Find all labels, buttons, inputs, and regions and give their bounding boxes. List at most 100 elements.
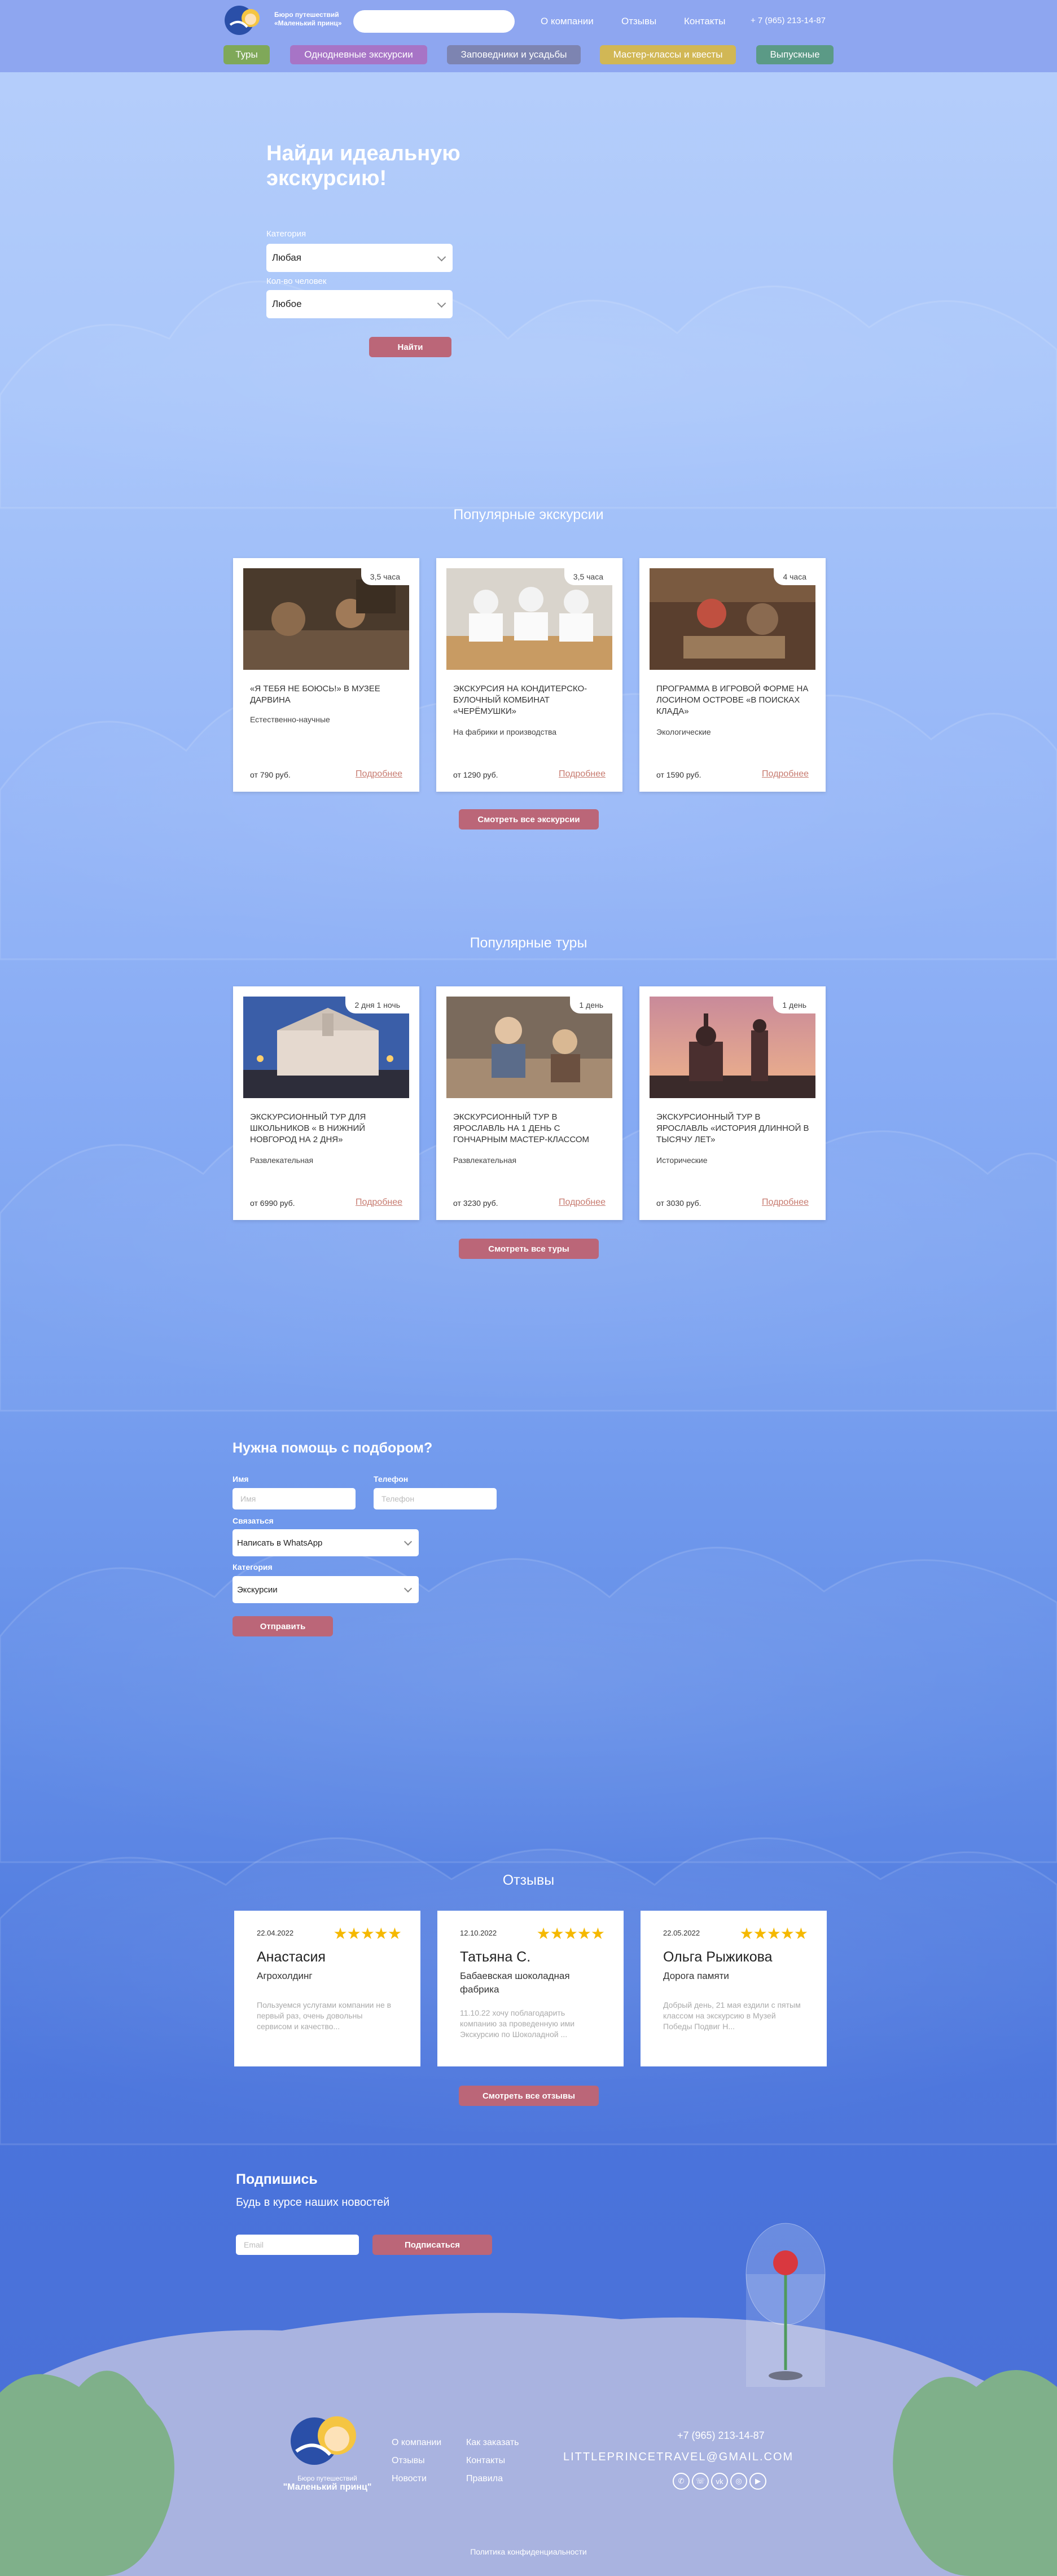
find-button[interactable]: Найти xyxy=(369,337,451,357)
site-header: Бюро путешествий «Маленький принц» О ком… xyxy=(0,0,1057,72)
nav-about[interactable]: О компании xyxy=(541,16,594,27)
cloud-background xyxy=(0,280,1057,2576)
card-category: Естественно-научные xyxy=(250,715,330,724)
tab-day-excursions[interactable]: Однодневные экскурсии xyxy=(290,45,427,64)
tab-graduation[interactable]: Выпускные xyxy=(756,45,834,64)
header-phone[interactable]: + 7 (965) 213-14-87 xyxy=(751,16,826,25)
phone-label: Телефон xyxy=(374,1474,409,1484)
name-label: Имя xyxy=(233,1474,249,1484)
card-category: На фабрики и производства xyxy=(453,727,557,736)
instagram-icon[interactable]: ◎ xyxy=(730,2473,747,2490)
card-category: Экологические xyxy=(656,727,711,736)
details-link[interactable]: Подробнее xyxy=(559,1197,606,1208)
review-card: 22.05.2022 ★★★★★ Ольга Рыжикова Дорога п… xyxy=(641,1911,827,2066)
tour-image: 1 день xyxy=(650,997,815,1098)
footer-logo-line-1: Бюро путешествий xyxy=(297,2474,357,2482)
card-title[interactable]: Экскурсионный тур в Ярославль «История д… xyxy=(656,1112,810,1146)
details-link[interactable]: Подробнее xyxy=(559,769,606,779)
privacy-policy-link[interactable]: Политика конфиденциальности xyxy=(0,2547,1057,2556)
name-field[interactable]: Имя xyxy=(233,1488,356,1509)
excursion-card[interactable]: 4 часа Программа в игровой форме на Лоси… xyxy=(639,558,826,792)
category-select[interactable]: Любая xyxy=(266,244,453,272)
footer-link-how-to-order[interactable]: Как заказать xyxy=(466,2438,519,2448)
card-price: от 3030 руб. xyxy=(656,1199,701,1208)
subscribe-text: Будь в курсе наших новостей xyxy=(236,2196,390,2209)
subscribe-button[interactable]: Подписаться xyxy=(372,2235,492,2255)
people-value: Любое xyxy=(272,299,302,309)
logo-line-1: Бюро путешествий xyxy=(274,11,339,19)
contact-value: Написать в WhatsApp xyxy=(237,1538,323,1548)
help-category-select[interactable]: Экскурсии xyxy=(233,1576,419,1603)
submit-button[interactable]: Отправить xyxy=(233,1616,333,1636)
excursion-image: 3,5 часа xyxy=(243,568,409,670)
footer-link-contacts[interactable]: Контакты xyxy=(466,2456,505,2466)
search-input[interactable] xyxy=(353,10,515,33)
footer-email[interactable]: LITTLEPRINCETRAVEL@GMAIL.COM xyxy=(563,2451,793,2464)
details-link[interactable]: Подробнее xyxy=(356,1197,402,1208)
viber-icon[interactable]: ☏ xyxy=(692,2473,709,2490)
tours-title: Популярные туры xyxy=(470,935,587,951)
details-link[interactable]: Подробнее xyxy=(762,769,809,779)
excursion-card[interactable]: 3,5 часа «Я тебя не боюсь!» в Музее Дарв… xyxy=(233,558,419,792)
logo[interactable]: Бюро путешествий «Маленький принц» xyxy=(222,2,353,36)
tour-card[interactable]: 1 день Экскурсионный тур в Ярославль на … xyxy=(436,986,622,1220)
review-author: Татьяна С. xyxy=(460,1949,531,1965)
all-excursions-button[interactable]: Смотреть все экскурсии xyxy=(459,809,599,830)
review-text: 11.10.22 хочу поблагодарить компанию за … xyxy=(460,2008,575,2039)
footer-link-news[interactable]: Новости xyxy=(392,2474,427,2484)
footer-link-reviews[interactable]: Отзывы xyxy=(392,2456,425,2466)
footer-phone[interactable]: +7 (965) 213-14-87 xyxy=(677,2430,765,2442)
card-category: Исторические xyxy=(656,1156,708,1165)
card-title[interactable]: «Я тебя не боюсь!» в Музее Дарвина xyxy=(250,683,403,706)
card-title[interactable]: Программа в игровой форме на Лосином ост… xyxy=(656,683,810,717)
review-card: 12.10.2022 ★★★★★ Татьяна С. Бабаевская ш… xyxy=(437,1911,624,2066)
people-label: Кол-во человек xyxy=(266,277,327,286)
card-title[interactable]: Экскурсия на кондитерско-булочный комбин… xyxy=(453,683,607,717)
excursions-title: Популярные экскурсии xyxy=(453,507,604,523)
reviews-title: Отзывы xyxy=(502,1872,555,1888)
phone-field[interactable]: Телефон xyxy=(374,1488,497,1509)
all-tours-button[interactable]: Смотреть все туры xyxy=(459,1239,599,1259)
excursion-card[interactable]: 3,5 часа Экскурсия на кондитерско-булочн… xyxy=(436,558,622,792)
people-select[interactable]: Любое xyxy=(266,290,453,318)
review-card: 22.04.2022 ★★★★★ Анастасия Агрохолдинг П… xyxy=(234,1911,420,2066)
tour-card[interactable]: 2 дня 1 ночь Экскурсионный тур для школь… xyxy=(233,986,419,1220)
subscribe-title: Подпишись xyxy=(236,2171,318,2187)
help-category-label: Категория xyxy=(233,1563,273,1572)
whatsapp-icon[interactable]: ✆ xyxy=(673,2473,690,2490)
review-date: 12.10.2022 xyxy=(460,1929,497,1937)
card-category: Развлекательная xyxy=(250,1156,314,1165)
tab-tours[interactable]: Туры xyxy=(223,45,270,64)
details-link[interactable]: Подробнее xyxy=(356,769,402,779)
hero-title: Найди идеальную экскурсию! xyxy=(266,142,460,190)
review-author: Ольга Рыжикова xyxy=(663,1949,773,1965)
card-price: от 1590 руб. xyxy=(656,770,701,779)
details-link[interactable]: Подробнее xyxy=(762,1197,809,1208)
tour-image: 1 день xyxy=(446,997,612,1098)
review-org: Бабаевская шоколадная фабрика xyxy=(460,1971,570,1995)
card-price: от 3230 руб. xyxy=(453,1199,498,1208)
duration-badge: 3,5 часа xyxy=(564,568,612,585)
review-org: Агрохолдинг xyxy=(257,1971,313,1981)
tab-reserves[interactable]: Заповедники и усадьбы xyxy=(447,45,581,64)
tour-image: 2 дня 1 ночь xyxy=(243,997,409,1098)
tab-masterclasses[interactable]: Мастер-классы и квесты xyxy=(600,45,736,64)
youtube-icon[interactable]: ▶ xyxy=(749,2473,766,2490)
nav-contacts[interactable]: Контакты xyxy=(684,16,725,27)
footer-logo-line-2: "Маленький принц" xyxy=(283,2482,372,2492)
nav-reviews[interactable]: Отзывы xyxy=(621,16,656,27)
footer-logo[interactable]: Бюро путешествий "Маленький принц" xyxy=(277,2410,378,2492)
vk-icon[interactable]: vk xyxy=(711,2473,728,2490)
contact-select[interactable]: Написать в WhatsApp xyxy=(233,1529,419,1556)
card-price: от 1290 руб. xyxy=(453,770,498,779)
card-title[interactable]: Экскурсионный тур в Ярославль на 1 день … xyxy=(453,1112,607,1146)
chevron-down-icon xyxy=(403,1584,413,1593)
card-title[interactable]: Экскурсионный тур для школьников « в Ниж… xyxy=(250,1112,403,1146)
duration-badge: 4 часа xyxy=(774,568,815,585)
all-reviews-button[interactable]: Смотреть все отзывы xyxy=(459,2086,599,2106)
tour-card[interactable]: 1 день Экскурсионный тур в Ярославль «Ис… xyxy=(639,986,826,1220)
footer-link-rules[interactable]: Правила xyxy=(466,2474,503,2484)
card-category: Развлекательная xyxy=(453,1156,517,1165)
email-field[interactable]: Email xyxy=(236,2235,359,2255)
footer-link-about[interactable]: О компании xyxy=(392,2438,441,2448)
